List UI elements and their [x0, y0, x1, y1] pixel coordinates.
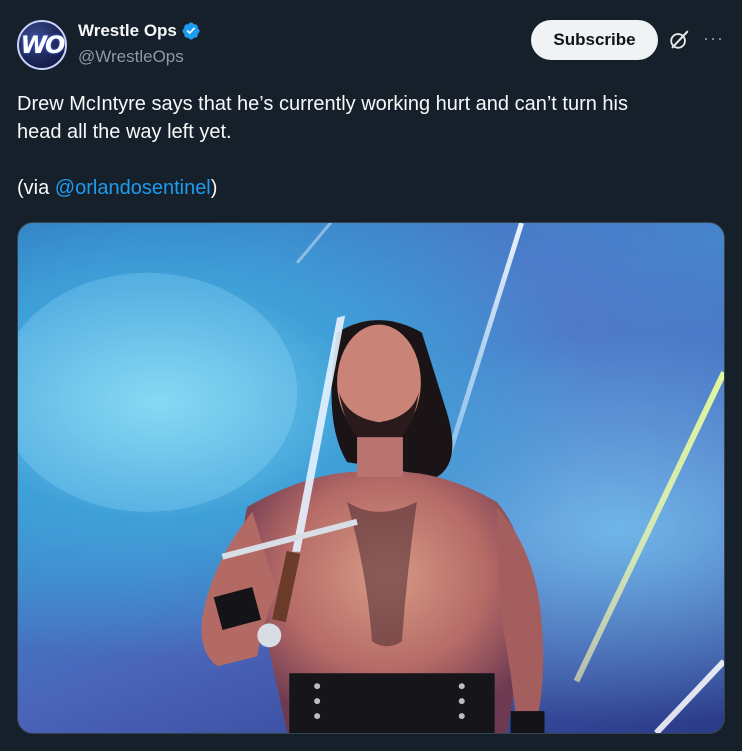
avatar-logo: WO [20, 31, 65, 59]
tweet-photo[interactable] [17, 222, 725, 734]
author-name-row: Wrestle Ops [78, 21, 201, 41]
tweet-line: head all the way left yet. [17, 121, 232, 143]
mention-link[interactable]: @orlandosentinel [55, 177, 211, 199]
tweet: WO Wrestle Ops @WrestleOps Subscribe ···… [0, 0, 742, 751]
tweet-via: (via @orlandosentinel) [17, 174, 717, 202]
photo-illustration [18, 223, 724, 733]
tweet-text: Drew McIntyre says that he’s currently w… [17, 90, 717, 202]
subscribe-button[interactable]: Subscribe [531, 20, 658, 60]
verified-badge-icon [182, 22, 200, 40]
via-prefix: (via [17, 177, 55, 199]
display-name[interactable]: Wrestle Ops [78, 21, 177, 41]
avatar[interactable]: WO [17, 20, 67, 70]
tweet-line: Drew McIntyre says that he’s currently w… [17, 93, 628, 115]
grok-icon[interactable] [668, 29, 690, 51]
more-icon[interactable]: ··· [703, 29, 724, 47]
via-suffix: ) [210, 177, 218, 199]
handle[interactable]: @WrestleOps [78, 47, 184, 67]
